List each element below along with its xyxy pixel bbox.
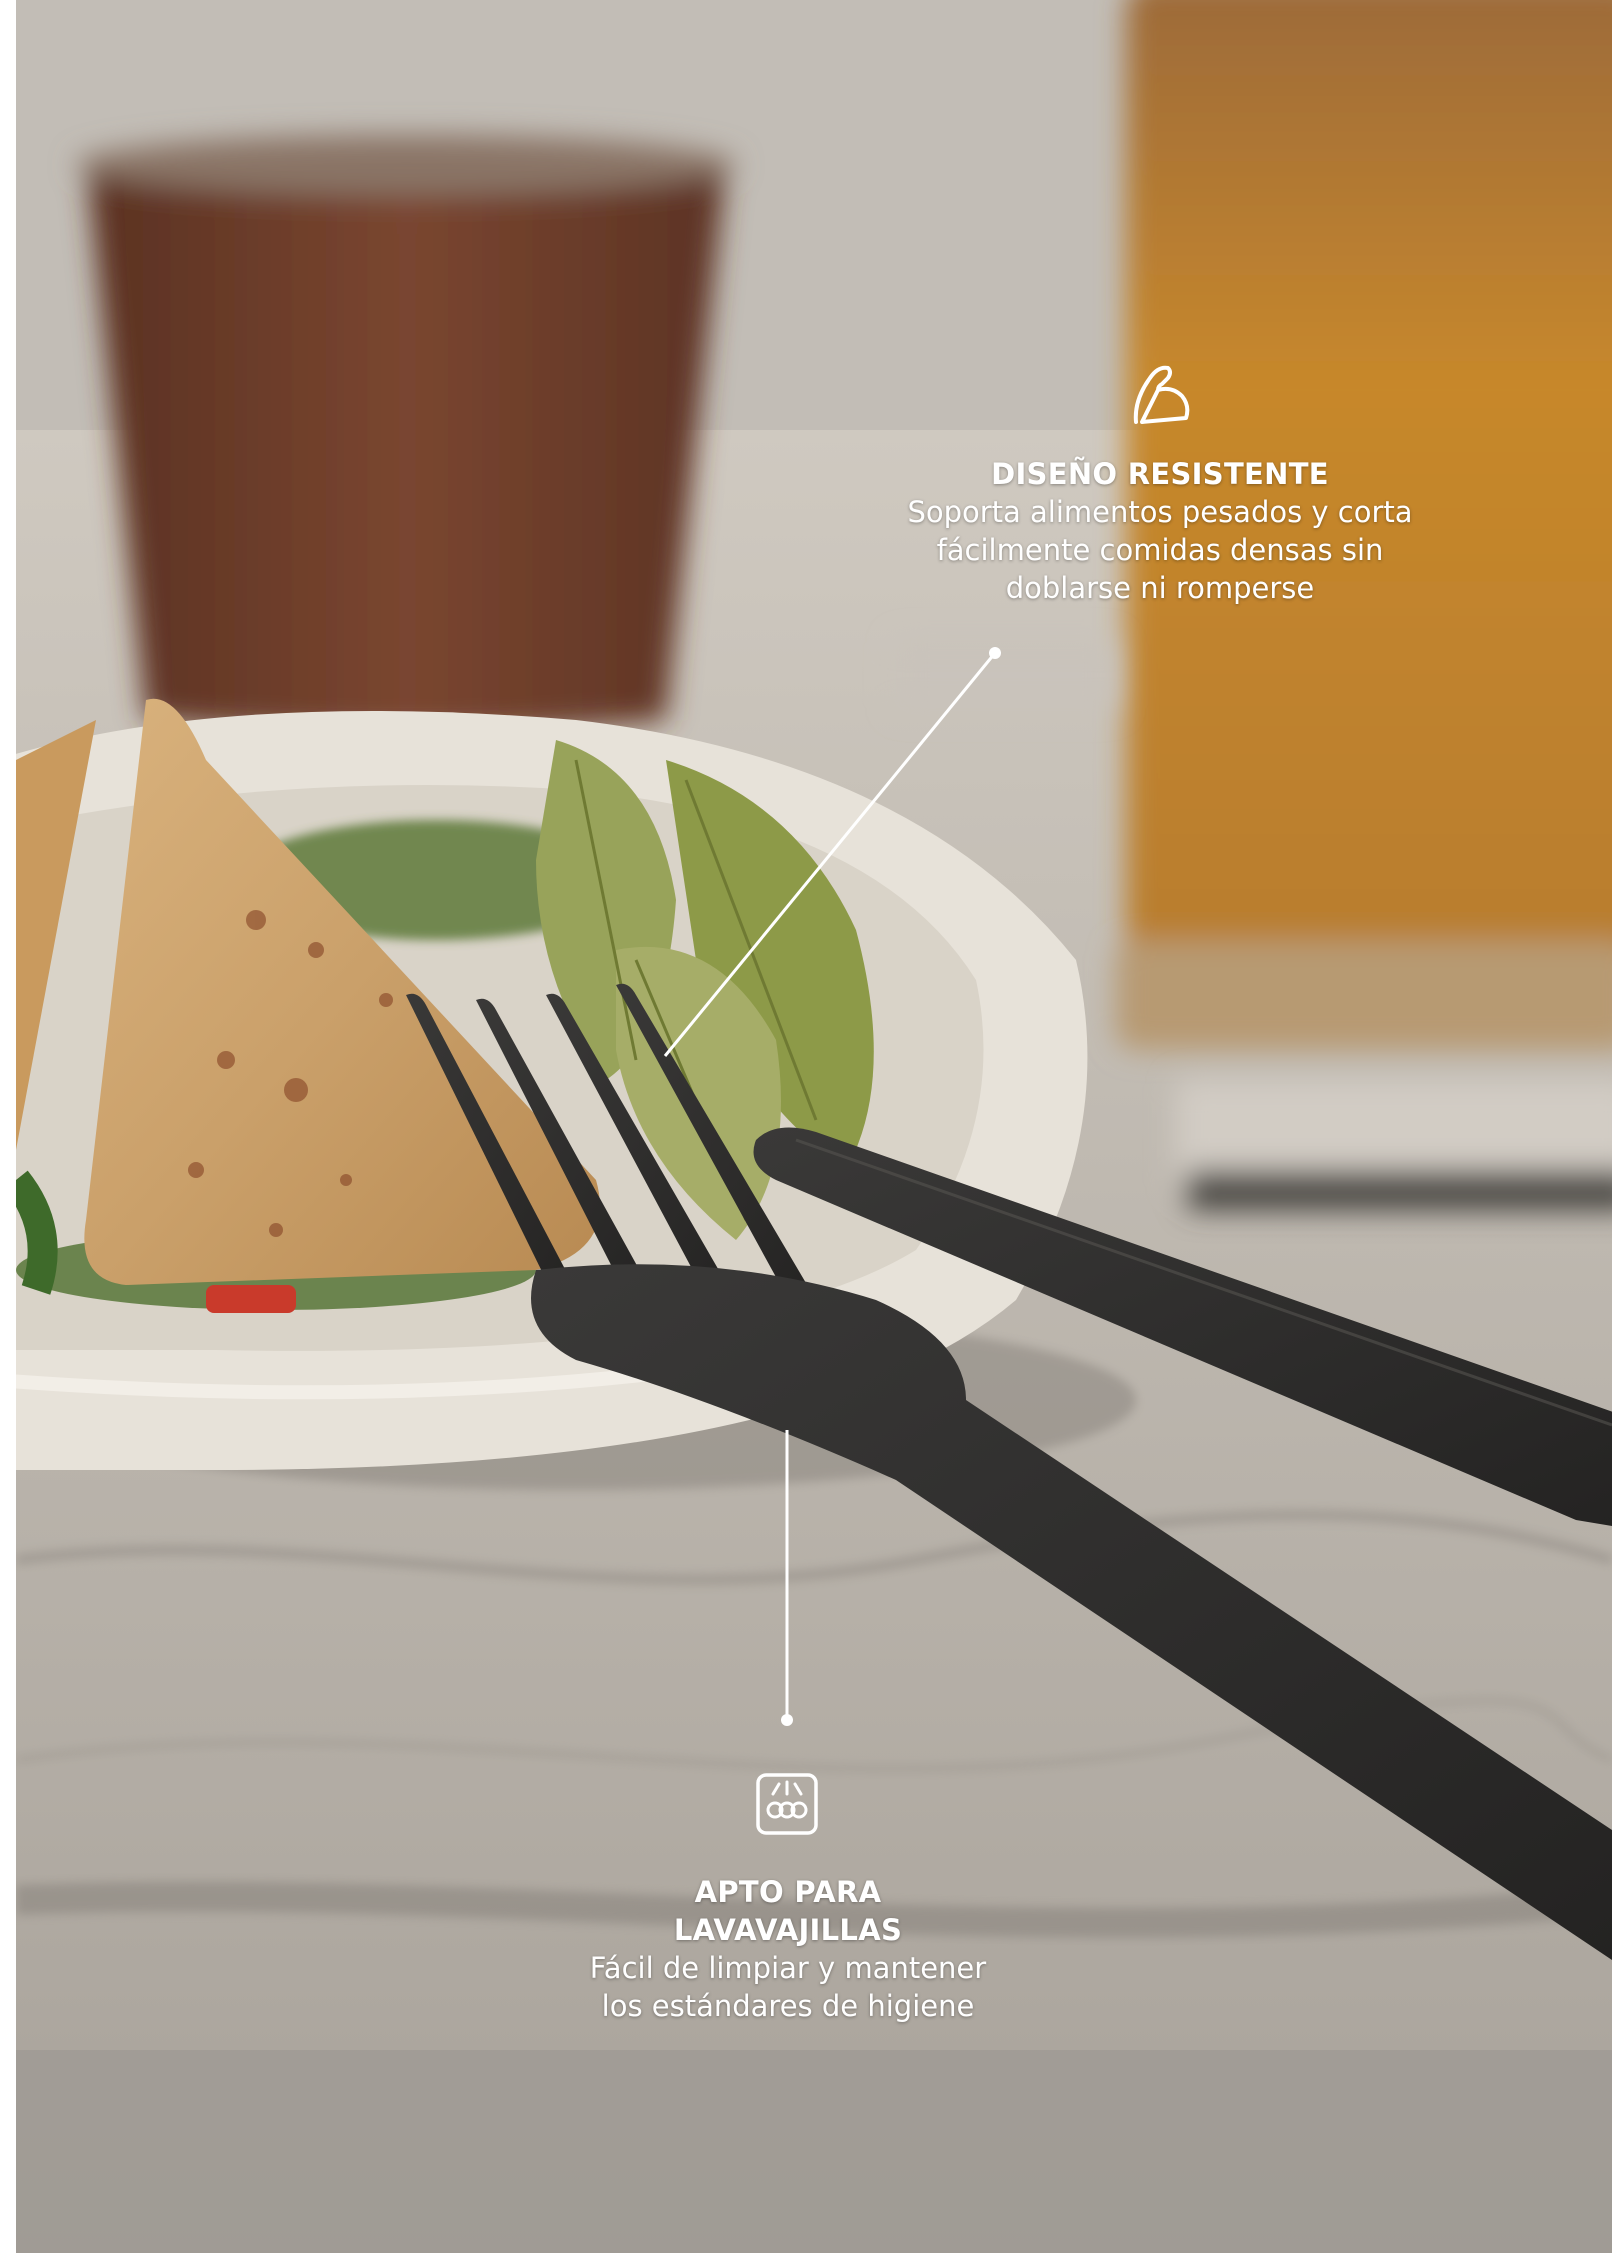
dishwasher-icon [756, 1773, 818, 1835]
feature-apto-lavavajillas: APTO PARA LAVAVAJILLAS Fácil de limpiar … [588, 1873, 988, 2025]
table-edge [16, 2050, 1612, 2253]
feature-description-line: Fácil de limpiar y mantener [589, 1951, 987, 1985]
feature-title-line: LAVAVAJILLAS [673, 1913, 903, 1947]
feature-description-line: doblarse ni romperse [1005, 571, 1315, 605]
feature-description-line: fácilmente comidas densas sin [936, 533, 1384, 567]
feature-description-line: los estándares de higiene [601, 1989, 975, 2023]
feature-diseno-resistente: DISEÑO RESISTENTE Soporta alimentos pesa… [900, 455, 1420, 607]
feature-title: DISEÑO RESISTENTE [991, 457, 1329, 491]
flexed-arm-icon [1133, 365, 1190, 424]
feature-title-line: APTO PARA [694, 1875, 882, 1909]
feature-description-line: Soporta alimentos pesados y corta [907, 495, 1413, 529]
brown-cup [76, 135, 736, 733]
